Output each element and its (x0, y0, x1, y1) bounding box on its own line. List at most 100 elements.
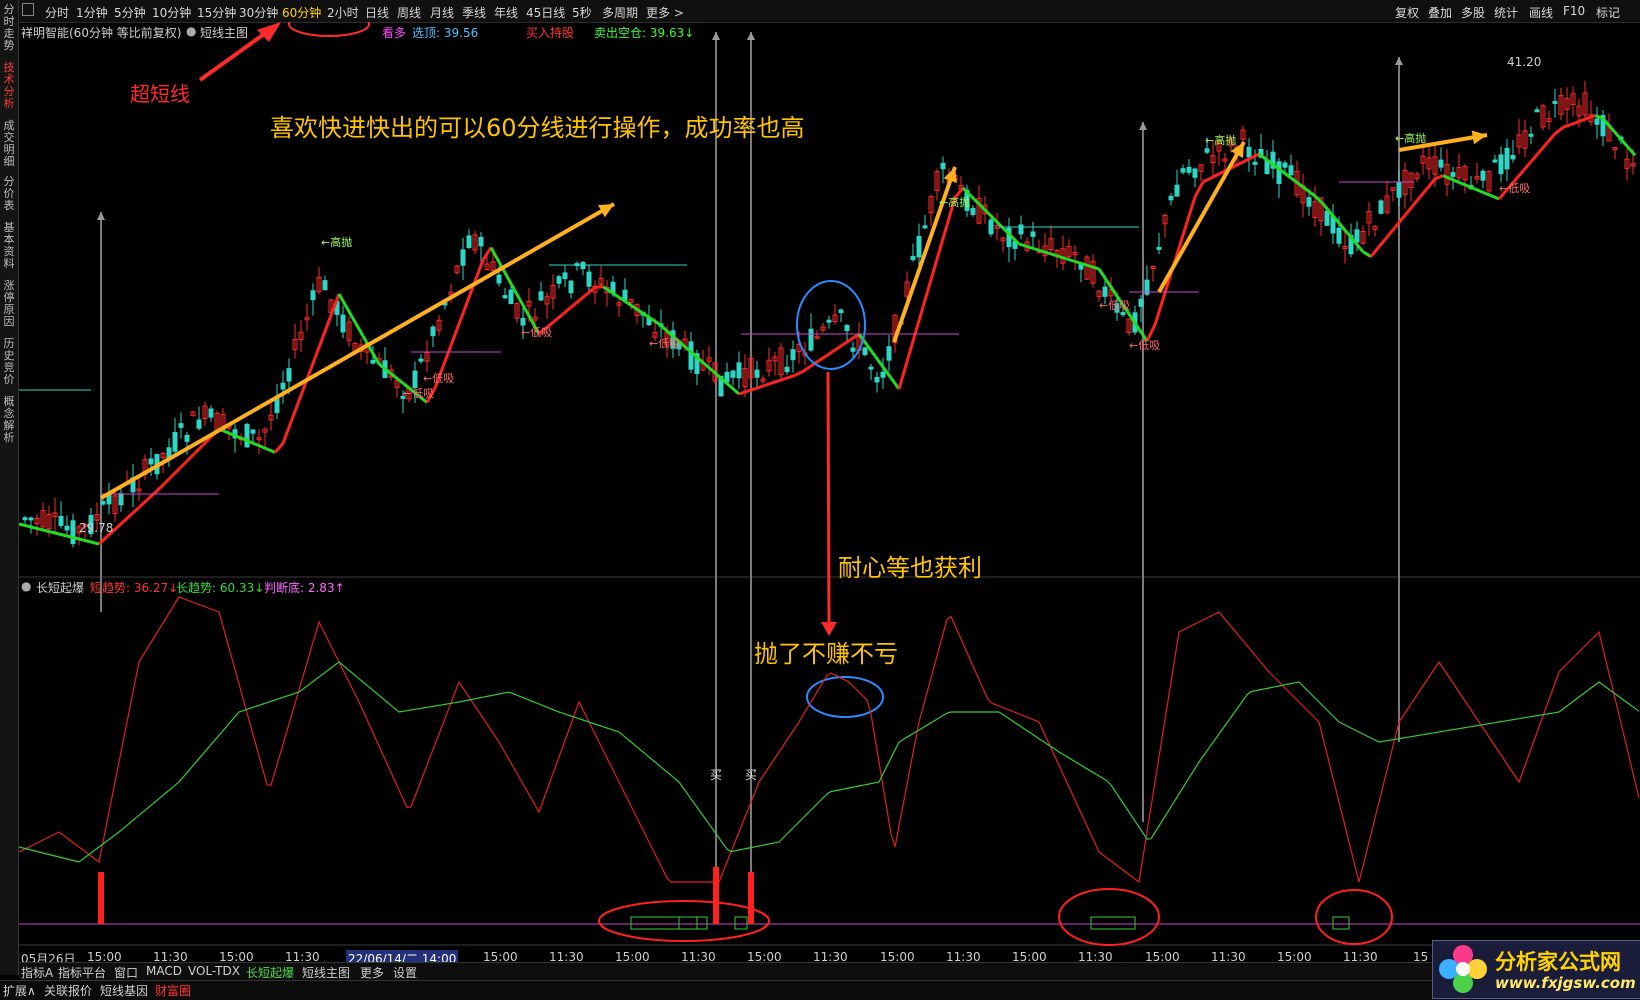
timeframe-10[interactable]: 周线 (397, 4, 421, 21)
timeframe-15[interactable]: 5秒 (572, 4, 592, 21)
timeframe-2[interactable]: 1分钟 (76, 4, 108, 21)
indicator-tab-9[interactable]: 设置 (393, 964, 417, 981)
toolbar-7[interactable]: 标记 (1596, 4, 1620, 21)
indicator-tab-7[interactable]: 短线主图 (302, 964, 350, 981)
sidebar-tab-1[interactable]: 分时走势 (1, 4, 17, 52)
indicator-tab-4[interactable]: MACD (146, 964, 182, 978)
indicator-tab-6[interactable]: 长短起爆 (246, 964, 294, 981)
trend-line-segment (562, 306, 572, 316)
indicator-tab-8[interactable]: 更多 (360, 964, 384, 981)
status-tab-2[interactable]: 关联报价 (44, 982, 92, 999)
trend-line-segment (321, 314, 333, 338)
signal-label-5: ←低吸 (649, 337, 680, 350)
bottom-box-3 (734, 916, 748, 930)
trend-line-segment (1578, 117, 1588, 123)
trend-line-segment (137, 498, 149, 509)
trend-line-segment (1018, 242, 1028, 248)
indicator-tab-2[interactable]: 指标平台 (58, 964, 106, 981)
chart-canvas[interactable]: 41.20 29.78 ←高抛 ←低吸 ←低吸 ←低吸 ←低吸 ←高抛 ←高抛 ←低吸 ←低吸 ←低吸… (19, 22, 1640, 957)
watermark-title: 分析家公式网 (1495, 950, 1621, 974)
status-tab-4[interactable]: 财富圈 (155, 982, 191, 999)
sidebar-tab-8[interactable]: 概念解析 (1, 396, 17, 444)
candle-body (988, 219, 994, 235)
candle-body (1204, 148, 1210, 153)
trend-line-segment (34, 526, 44, 532)
timeframe-12[interactable]: 季线 (462, 4, 486, 21)
trend-line-segment (82, 538, 92, 544)
candle-body (1174, 184, 1180, 197)
candle-body (826, 319, 832, 323)
watermark-logo: 分析家公式网 www.fxjgsw.com (1432, 940, 1640, 999)
candle-body (1528, 133, 1534, 137)
candle-body (580, 261, 586, 270)
timeframe-9[interactable]: 日线 (365, 4, 389, 21)
trend-line-segment (1554, 126, 1564, 135)
candle-body (520, 317, 526, 326)
sidebar-tab-7[interactable]: 历史竞价 (1, 338, 17, 386)
candle-body (1252, 161, 1258, 165)
trend-line-segment (570, 299, 580, 309)
timeframe-11[interactable]: 月线 (430, 4, 454, 21)
timeframe-8[interactable]: 2小时 (327, 4, 359, 21)
trend-line-segment (19, 522, 28, 528)
trend-line-segment (441, 344, 453, 368)
toolbar-2[interactable]: 叠加 (1428, 4, 1452, 21)
timeframe-6[interactable]: 30分钟 (239, 4, 278, 21)
indicator-tab-3[interactable]: 窗口 (114, 964, 138, 981)
candle-body (1378, 200, 1384, 214)
toolbar-5[interactable]: 画线 (1529, 4, 1553, 21)
sidebar-tab-5[interactable]: 基本资料 (1, 222, 17, 270)
trend-line-segment (1545, 132, 1557, 144)
timeframe-16[interactable]: 多周期 (602, 4, 638, 21)
candle-body (1288, 165, 1294, 176)
buy-signal-bar-2 (713, 867, 719, 924)
trend-line-segment (746, 387, 756, 393)
status-tab-1[interactable]: 扩展∧ (3, 982, 36, 999)
candle-body (1450, 172, 1456, 177)
timeframe-17[interactable]: 更多 > (646, 4, 684, 21)
candle-body (1246, 146, 1252, 158)
trend-line-segment (273, 442, 285, 454)
trend-line-segment (1034, 247, 1044, 253)
timeframe-13[interactable]: 年线 (494, 4, 518, 21)
toolbar-1[interactable]: 复权 (1395, 4, 1419, 21)
candle-body (70, 520, 76, 545)
trend-line-segment (1458, 180, 1468, 188)
trend-line-segment (770, 379, 780, 385)
candle-body (850, 347, 856, 352)
annotation-patience: 耐心等也获利 (838, 554, 982, 582)
trend-line-segment (826, 348, 836, 357)
trend-line-segment (834, 343, 844, 352)
sidebar-tab-4[interactable]: 分价表 (1, 176, 17, 212)
timeframe-5[interactable]: 15分钟 (197, 4, 236, 21)
candle-body (280, 382, 286, 390)
status-tab-3[interactable]: 短线基因 (100, 982, 148, 999)
indicator-tab-5[interactable]: VOL-TDX (188, 964, 240, 978)
candle-body (244, 423, 250, 448)
timeframe-14[interactable]: 45日线 (526, 4, 565, 21)
layout-toggle-icon[interactable] (22, 3, 34, 16)
trend-line-segment (1058, 255, 1068, 261)
sidebar-tab-6[interactable]: 涨停原因 (1, 280, 17, 328)
candle-body (310, 290, 316, 301)
candle-body (568, 280, 574, 294)
sidebar-tab-2[interactable]: 技术分析 (1, 62, 17, 110)
trend-line-segment (26, 524, 36, 530)
timeframe-4[interactable]: 10分钟 (152, 4, 191, 21)
trend-line-segment (1306, 188, 1316, 198)
trend-line-segment (1513, 170, 1525, 182)
timeframe-7[interactable]: 60分钟 (282, 4, 321, 21)
toolbar-4[interactable]: 统计 (1494, 4, 1518, 21)
sidebar-tab-3[interactable]: 成交明细 (1, 120, 17, 168)
candle-body (556, 276, 562, 284)
trend-line-segment (1042, 250, 1052, 256)
toolbar-6[interactable]: F10 (1563, 4, 1585, 18)
timeframe-3[interactable]: 5分钟 (114, 4, 146, 21)
timeframe-1[interactable]: 分时 (45, 4, 69, 21)
candle-body (1324, 210, 1330, 226)
trend-line-segment (153, 483, 165, 494)
indicator-tab-1[interactable]: 指标A (21, 964, 53, 981)
toolbar-3[interactable]: 多股 (1461, 4, 1485, 21)
trend-line-segment (1570, 120, 1580, 126)
trend-line-segment (554, 312, 564, 322)
